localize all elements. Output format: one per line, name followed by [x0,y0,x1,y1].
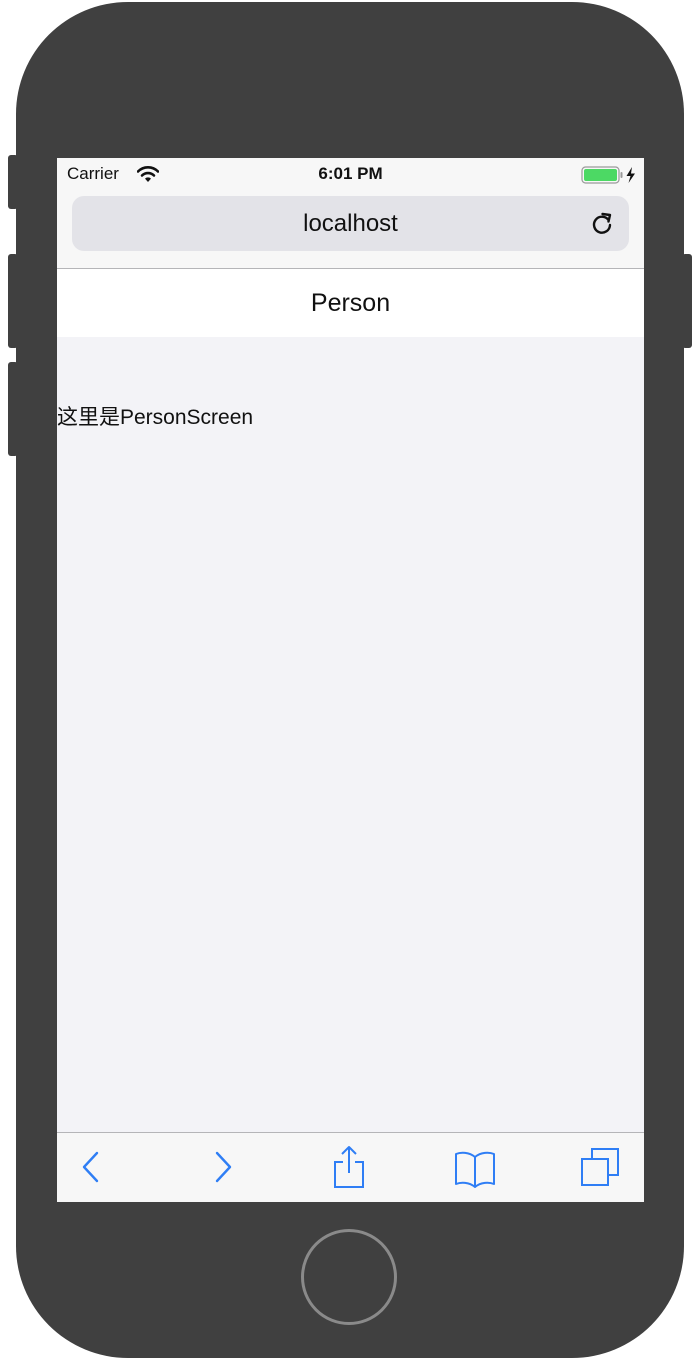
app-header: Person [57,269,644,337]
url-text: localhost [303,210,398,237]
forward-icon [215,1151,232,1183]
page-title: Person [310,289,391,317]
reload-icon[interactable] [589,210,615,238]
power-button [682,254,692,348]
phone-screen: Carrier 6:01 PM localhost Person 这里是Pers… [57,158,644,1202]
mute-switch [8,155,18,209]
forward-button[interactable] [199,1143,247,1191]
bookmarks-button[interactable] [451,1143,499,1191]
status-time: 6:01 PM [318,164,383,183]
back-button[interactable] [67,1143,115,1191]
share-button[interactable] [325,1143,373,1191]
home-button[interactable] [301,1229,397,1325]
browser-top-bar: Carrier 6:01 PM localhost [57,158,644,269]
share-icon [334,1146,364,1188]
status-bar: Carrier 6:01 PM [57,158,644,192]
volume-down-button [8,362,18,456]
tabs-button[interactable] [576,1143,624,1191]
screen-content-text: 这里是PersonScreen [57,406,254,429]
back-icon [82,1151,99,1183]
browser-toolbar [57,1132,644,1202]
battery-charging-icon [581,166,635,184]
bookmarks-icon [455,1151,495,1188]
tabs-icon [581,1148,619,1186]
volume-up-button [8,254,18,348]
address-bar[interactable]: localhost [72,196,629,251]
